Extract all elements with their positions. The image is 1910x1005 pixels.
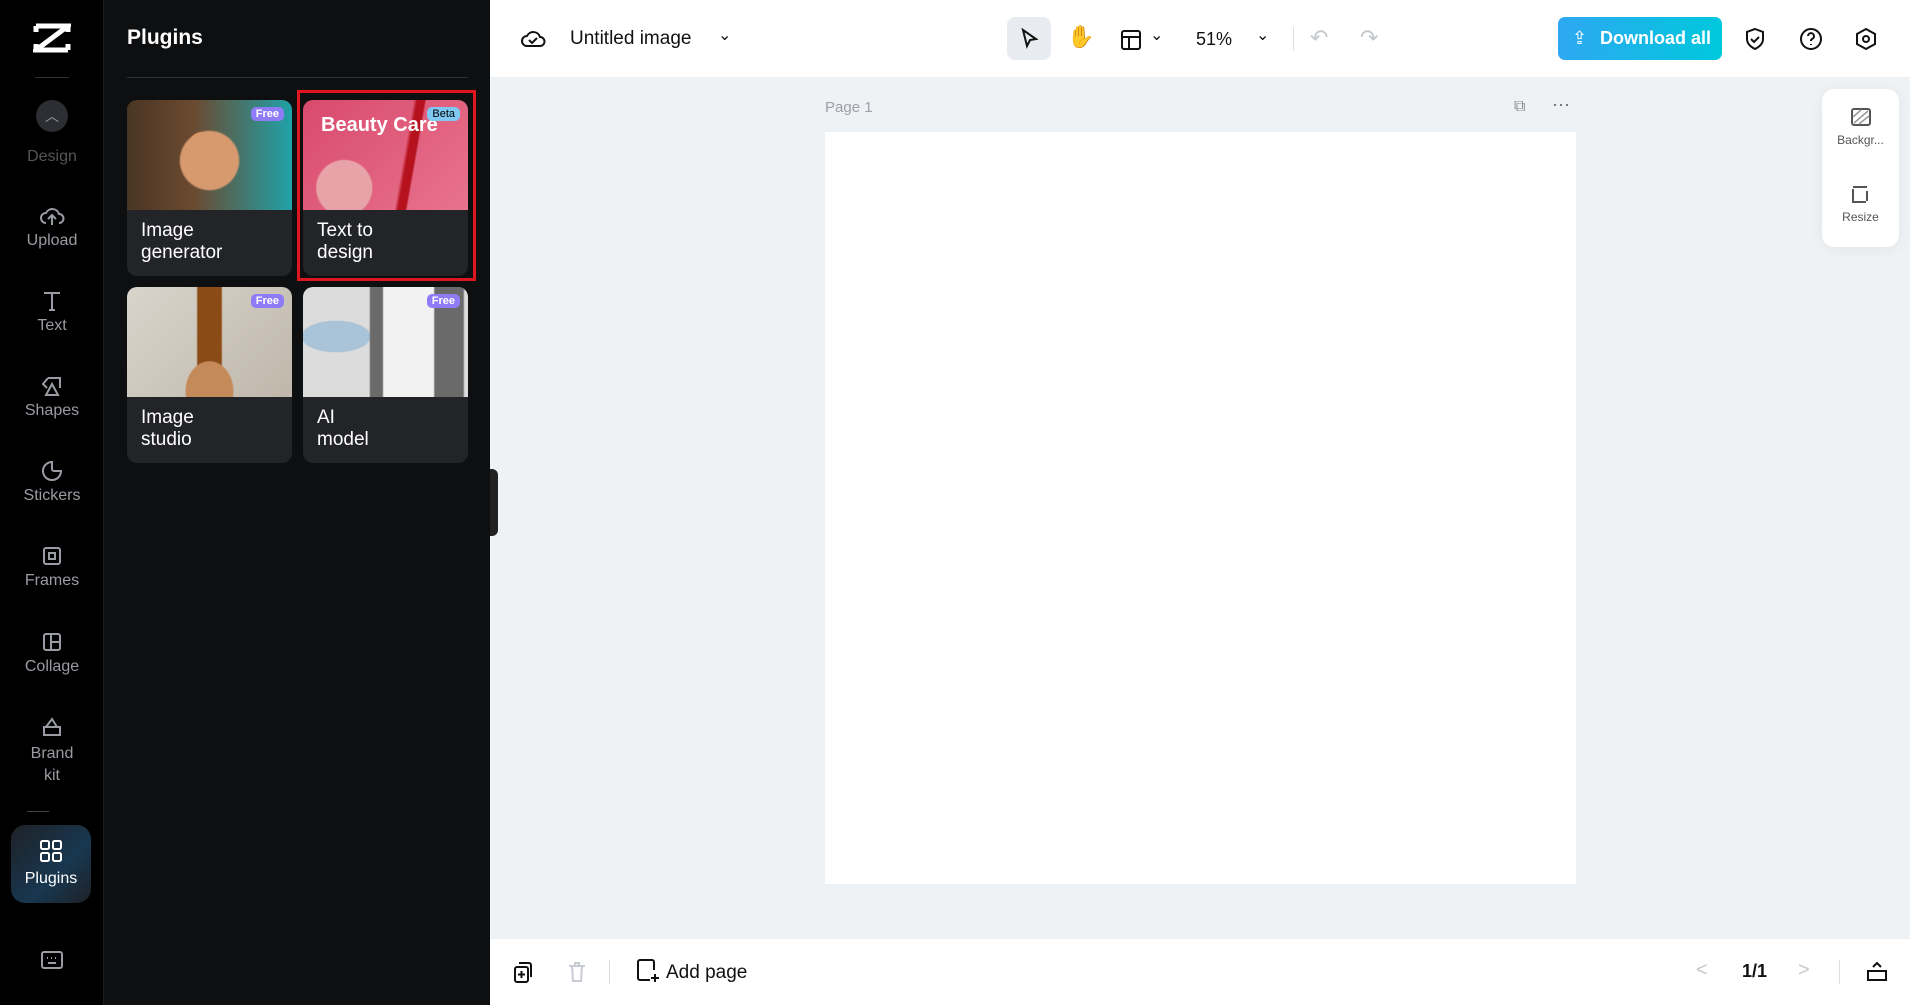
frame-icon bbox=[43, 547, 61, 565]
add-page-button[interactable]: Add page bbox=[636, 958, 747, 984]
panel-title: Plugins bbox=[127, 26, 203, 49]
expand-pages-icon[interactable] bbox=[1865, 961, 1889, 988]
shapes-icon bbox=[41, 377, 61, 396]
rail-item-frames[interactable]: Frames bbox=[0, 544, 104, 590]
collapse-panel-handle[interactable] bbox=[490, 469, 498, 536]
copy-page-icon[interactable]: ⧉ bbox=[1514, 98, 1525, 116]
plugin-card-ai-model[interactable]: Free AI model bbox=[303, 287, 468, 463]
capcut-logo[interactable] bbox=[28, 22, 76, 54]
ai-model-thumbnail: Free bbox=[303, 287, 468, 397]
rail-item-shapes[interactable]: Shapes bbox=[0, 374, 104, 420]
rail-item-plugins[interactable]: Plugins bbox=[11, 825, 91, 903]
page-label: Page 1 bbox=[825, 99, 873, 116]
divider bbox=[127, 77, 468, 78]
divider bbox=[1839, 960, 1840, 984]
delete-page-icon[interactable] bbox=[567, 960, 587, 989]
free-badge: Free bbox=[250, 107, 284, 121]
help-icon[interactable] bbox=[1799, 27, 1823, 56]
shield-icon[interactable] bbox=[1744, 27, 1766, 56]
brand-kit-icon bbox=[43, 717, 61, 736]
rail-item-upload[interactable]: Upload bbox=[0, 204, 104, 250]
image-generator-thumbnail: Free bbox=[127, 100, 292, 210]
left-rail: ︿ Design Upload Text Shapes Stickers Fra… bbox=[0, 0, 104, 1005]
hand-tool-icon[interactable]: ✋ bbox=[1067, 26, 1094, 48]
resize-button[interactable]: Resize bbox=[1822, 184, 1899, 224]
select-tool-button[interactable] bbox=[1007, 17, 1051, 60]
bottom-bar: Add page < 1/1 > bbox=[490, 939, 1910, 1005]
settings-icon[interactable] bbox=[1854, 27, 1878, 56]
sticker-icon bbox=[42, 460, 63, 481]
duplicate-page-icon[interactable] bbox=[512, 960, 534, 989]
divider bbox=[609, 960, 610, 984]
scroll-up-button[interactable]: ︿ bbox=[36, 100, 68, 132]
document-title[interactable]: Untitled image bbox=[570, 28, 691, 50]
plugin-card-image-studio[interactable]: Free Image studio bbox=[127, 287, 292, 463]
top-bar: Untitled image ⌄ ✋ ⌄ 51% ⌄ ↶ ↷ ⇪ Downloa… bbox=[490, 0, 1910, 77]
zoom-chevron-down-icon[interactable]: ⌄ bbox=[1256, 28, 1269, 44]
layout-icon[interactable] bbox=[1120, 29, 1142, 56]
free-badge: Free bbox=[250, 294, 284, 308]
right-tool-panel: Backgr... Resize bbox=[1822, 89, 1899, 247]
text-icon bbox=[44, 292, 60, 311]
plugin-card-label: AI model bbox=[317, 407, 369, 450]
rail-item-stickers[interactable]: Stickers bbox=[0, 459, 104, 505]
canvas-page[interactable] bbox=[825, 132, 1576, 884]
cloud-saved-icon bbox=[520, 27, 546, 53]
free-badge: Free bbox=[426, 294, 460, 308]
divider bbox=[35, 77, 69, 78]
image-studio-thumbnail: Free bbox=[127, 287, 292, 397]
resize-icon bbox=[1851, 186, 1868, 203]
plugin-card-image-generator[interactable]: Free Image generator bbox=[127, 100, 292, 276]
page-counter: 1/1 bbox=[1742, 961, 1768, 981]
selection-highlight bbox=[297, 90, 476, 281]
upload-cloud-icon bbox=[40, 208, 65, 225]
rail-item-text[interactable]: Text bbox=[0, 289, 104, 335]
background-icon bbox=[1850, 108, 1871, 126]
download-all-button[interactable]: ⇪ Download all bbox=[1558, 17, 1722, 60]
collage-icon bbox=[43, 633, 61, 651]
rail-item-collage[interactable]: Collage bbox=[0, 630, 104, 676]
redo-icon[interactable]: ↷ bbox=[1360, 27, 1378, 49]
plugins-panel: Plugins Free Image generator Beauty Care… bbox=[104, 0, 490, 1005]
plugin-card-label: Image studio bbox=[141, 407, 194, 450]
divider bbox=[27, 811, 49, 812]
export-icon: ⇪ bbox=[1572, 28, 1588, 48]
background-button[interactable]: Backgr... bbox=[1822, 107, 1899, 147]
rail-item-brand-kit[interactable]: Brand kit bbox=[0, 715, 104, 787]
previous-page-icon[interactable]: < bbox=[1696, 959, 1708, 982]
more-options-icon[interactable]: ··· bbox=[1552, 94, 1570, 115]
add-page-icon bbox=[637, 959, 659, 982]
next-page-icon[interactable]: > bbox=[1798, 959, 1810, 982]
undo-icon[interactable]: ↶ bbox=[1310, 27, 1328, 49]
rail-item-design[interactable]: Design bbox=[0, 148, 104, 166]
zoom-level[interactable]: 51% bbox=[1196, 29, 1232, 50]
layout-chevron-down-icon[interactable]: ⌄ bbox=[1150, 28, 1163, 44]
keyboard-shortcuts-icon[interactable] bbox=[40, 950, 64, 975]
plugins-grid-icon bbox=[40, 840, 62, 862]
plugin-card-label: Image generator bbox=[141, 220, 223, 263]
title-chevron-down-icon[interactable]: ⌄ bbox=[718, 28, 731, 44]
divider bbox=[1293, 27, 1294, 51]
